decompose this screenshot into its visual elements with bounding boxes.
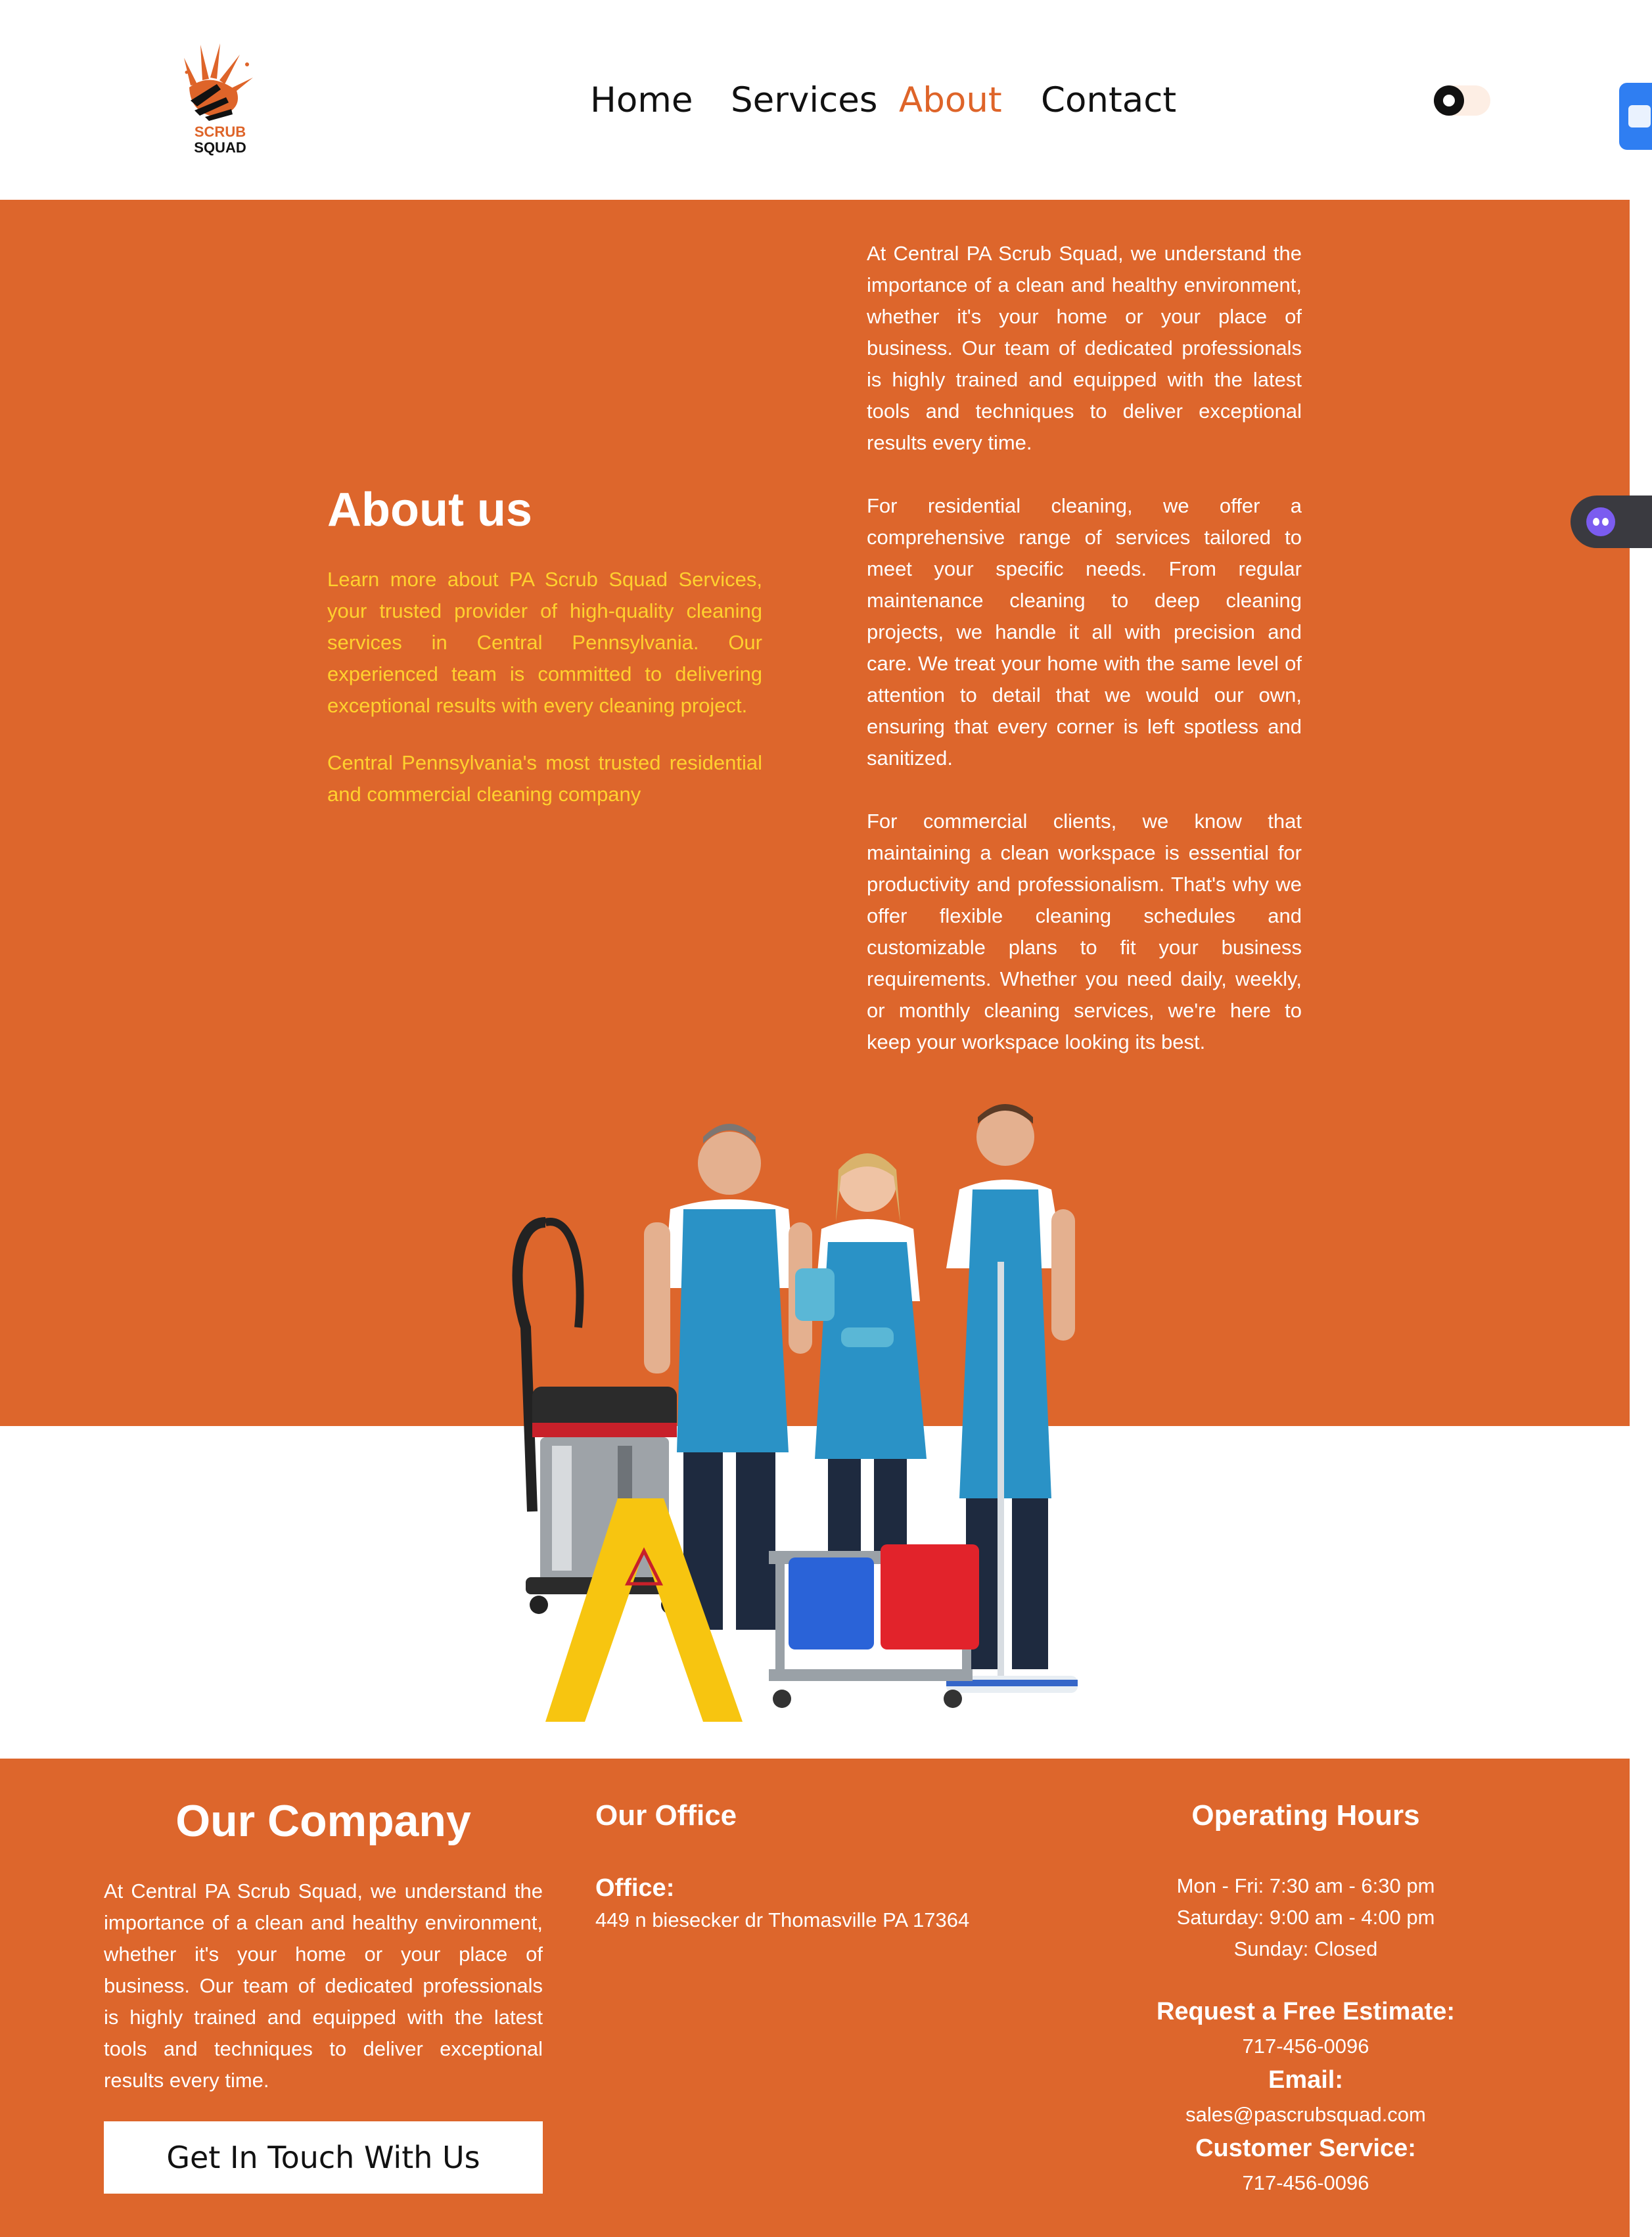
footer-office-title: Our Office	[595, 1799, 737, 1832]
nav-about[interactable]: About	[899, 78, 1002, 124]
about-intro: Learn more about PA Scrub Squad Services…	[327, 568, 762, 717]
cleaning-team-photo	[486, 1091, 1130, 1755]
hours-line: Mon - Fri: 7:30 am - 6:30 pm	[1176, 1874, 1435, 1897]
about-tagline: Central Pennsylvania's most trusted resi…	[327, 751, 762, 806]
hours-list: Mon - Fri: 7:30 am - 6:30 pm Saturday: 9…	[1104, 1870, 1507, 1965]
customer-service-label: Customer Service:	[1195, 2134, 1416, 2162]
email-link[interactable]: sales@pascrubsquad.com	[1104, 2103, 1507, 2127]
email-label: Email:	[1268, 2066, 1344, 2094]
footer-hours-title: Operating Hours	[1191, 1799, 1420, 1832]
nav-home[interactable]: Home	[590, 78, 693, 124]
logo-text-top: SCRUB	[195, 124, 246, 140]
office-address: 449 n biesecker dr Thomasville PA 17364	[595, 1908, 970, 1931]
hours-line: Saturday: 9:00 am - 4:00 pm	[1176, 1906, 1435, 1929]
nav-services[interactable]: Services	[731, 78, 878, 124]
logo-text-bottom: SQUAD	[194, 139, 246, 156]
get-in-touch-button[interactable]: Get In Touch With Us	[104, 2121, 543, 2194]
nav-contact[interactable]: Contact	[1041, 78, 1176, 124]
site-header: SCRUB SQUAD Home Services About Contact	[0, 0, 1652, 200]
chat-widget-button[interactable]	[1571, 496, 1652, 548]
customer-service-phone[interactable]: 717-456-0096	[1104, 2171, 1507, 2195]
about-title: About us	[327, 484, 532, 536]
main-nav: Home Services About Contact	[0, 78, 1652, 124]
hours-line: Sunday: Closed	[1233, 1937, 1378, 1960]
about-paragraph: For residential cleaning, we offer a com…	[867, 494, 1302, 770]
sun-icon[interactable]	[1434, 85, 1464, 116]
widget-icon	[1628, 105, 1651, 127]
office-label: Office:	[595, 1874, 675, 1902]
footer-company-title: Our Company	[175, 1796, 471, 1846]
chatbot-icon	[1586, 507, 1615, 536]
footer-company-text: At Central PA Scrub Squad, we understand…	[104, 1880, 543, 2092]
estimate-phone[interactable]: 717-456-0096	[1104, 2035, 1507, 2058]
estimate-label: Request a Free Estimate:	[1156, 1998, 1456, 2025]
side-widget-tab[interactable]	[1619, 83, 1652, 150]
about-paragraph: At Central PA Scrub Squad, we understand…	[867, 242, 1302, 454]
about-paragraph: For commercial clients, we know that mai…	[867, 810, 1302, 1053]
